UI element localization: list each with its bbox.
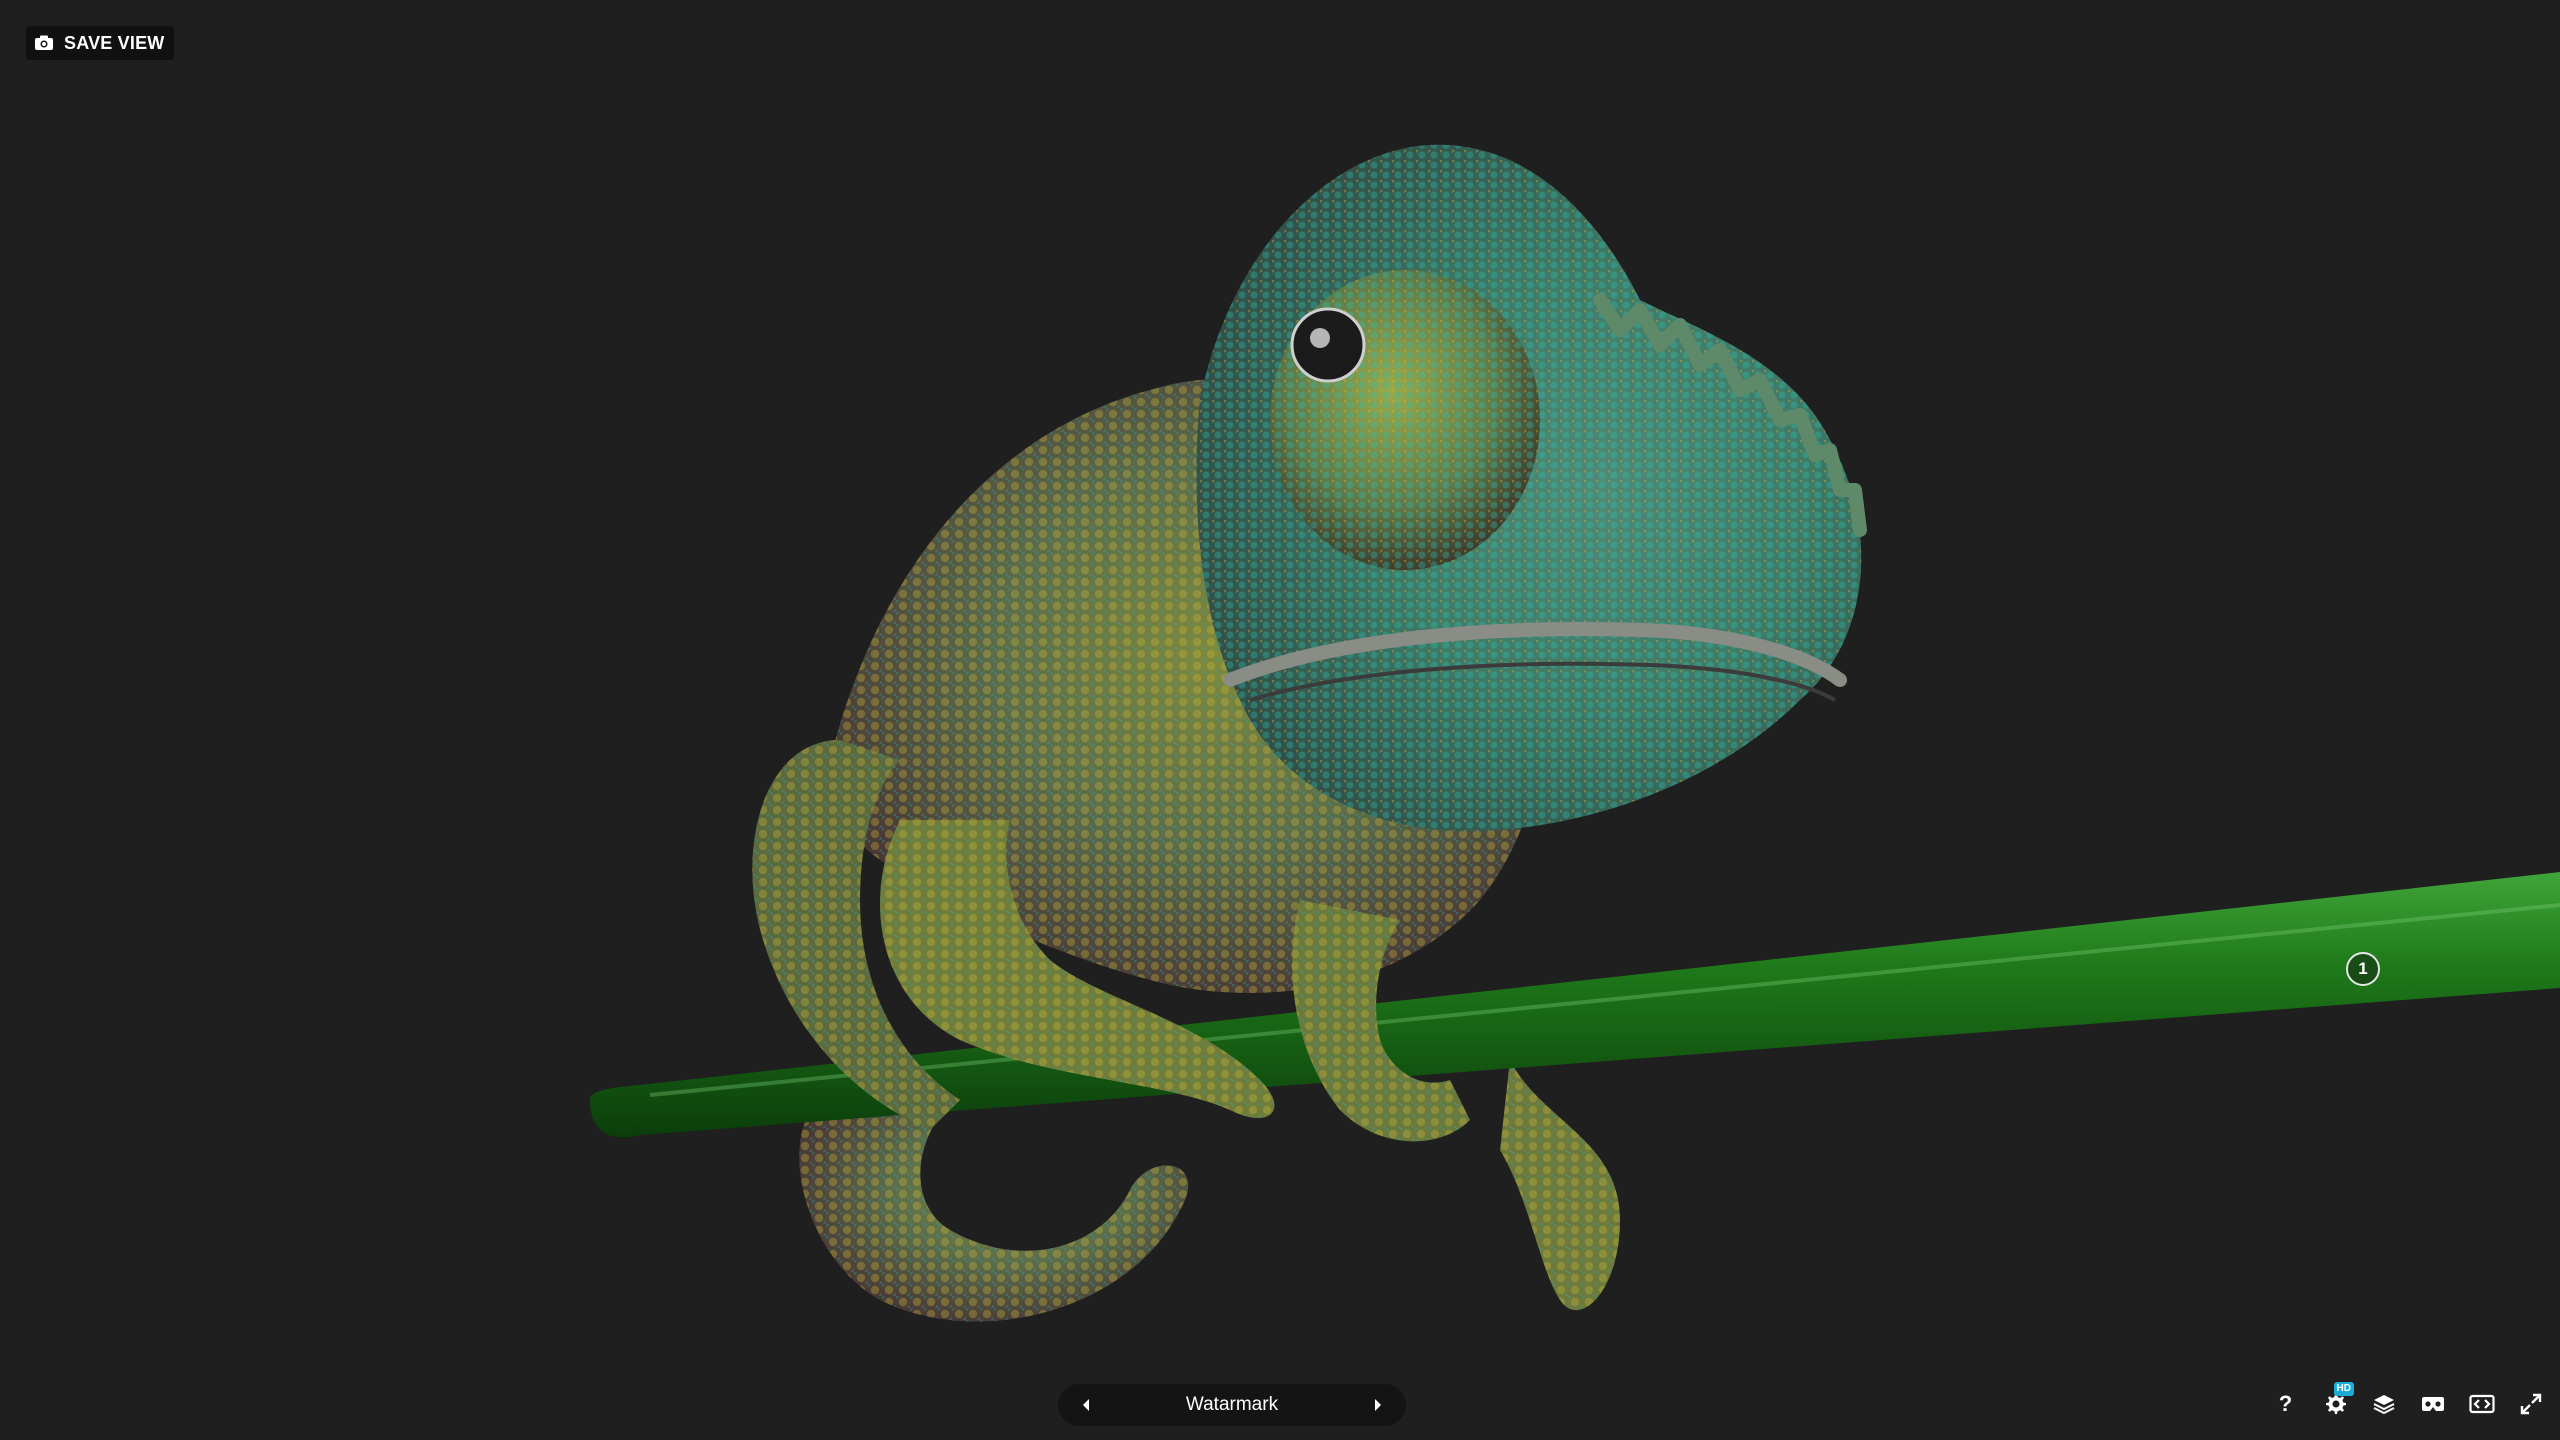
embed-button[interactable]: [2466, 1388, 2497, 1419]
layers-icon: [2373, 1394, 2394, 1414]
next-annotation-button[interactable]: [1364, 1391, 1392, 1419]
previous-annotation-button[interactable]: [1072, 1391, 1100, 1419]
annotation-hotspot-1[interactable]: 1: [2346, 952, 2380, 986]
hd-badge: HD: [2333, 1382, 2354, 1396]
fullscreen-icon: [2520, 1393, 2541, 1414]
embed-icon: [2468, 1394, 2495, 1413]
save-view-button[interactable]: SAVE VIEW: [26, 26, 175, 60]
3d-viewport[interactable]: 1: [0, 0, 2560, 1440]
pupil: [1290, 307, 1366, 383]
viewer-toolbar: ? HD: [2270, 1382, 2546, 1419]
help-button[interactable]: ?: [2270, 1388, 2301, 1419]
hotspot-number: 1: [2358, 959, 2368, 978]
annotation-title: Watarmark: [1185, 1394, 1279, 1415]
caret-right-icon: [1374, 1399, 1381, 1411]
vr-headset-icon: [2421, 1396, 2444, 1411]
chameleon-model-render: [590, 144, 2560, 1322]
help-icon: ?: [2278, 1390, 2293, 1416]
save-view-label: SAVE VIEW: [64, 32, 165, 53]
camera-icon: [35, 35, 53, 50]
fullscreen-button[interactable]: [2515, 1388, 2546, 1419]
annotation-navigator: Watarmark: [1058, 1384, 1406, 1426]
caret-left-icon: [1083, 1399, 1089, 1411]
settings-button[interactable]: HD: [2319, 1382, 2354, 1419]
layers-button[interactable]: [2368, 1388, 2399, 1419]
vr-button[interactable]: [2417, 1388, 2448, 1419]
